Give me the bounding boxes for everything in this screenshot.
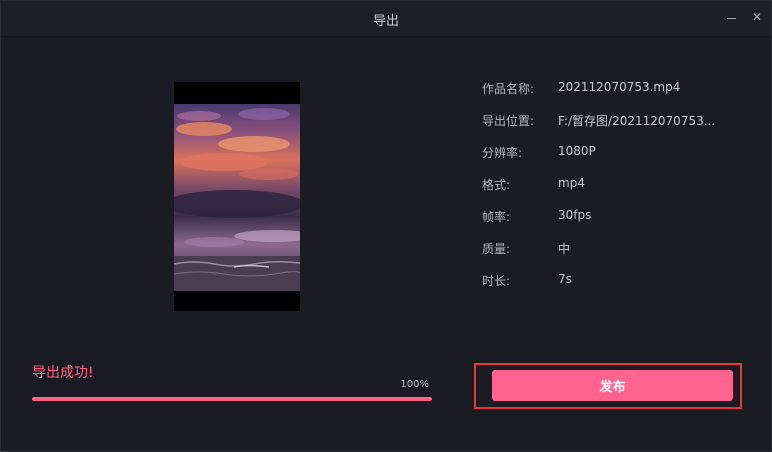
info-value: 30fps: [558, 208, 592, 222]
info-label: 分辨率:: [482, 146, 523, 160]
info-row-format: 格式: mp4: [482, 176, 742, 196]
progress-percent: 100%: [400, 379, 429, 390]
dialog-title: 导出: [372, 14, 399, 29]
info-value: 202112070753.mp4: [558, 80, 681, 94]
publish-button[interactable]: 发布: [492, 370, 733, 401]
minimize-icon[interactable]: [724, 10, 738, 24]
info-value: 7s: [558, 272, 572, 286]
close-icon[interactable]: ✕: [750, 10, 764, 24]
export-dialog: 导出 ✕ 作品名称: 202112070753.mp4 导出位置: F:/暂存图…: [0, 0, 772, 452]
info-label: 作品名称:: [482, 82, 535, 96]
info-label: 帧率:: [482, 210, 511, 224]
sunset-sky-image: [174, 104, 300, 291]
info-value: 中: [558, 242, 571, 256]
video-preview: [174, 82, 300, 311]
info-row-resolution: 分辨率: 1080P: [482, 144, 742, 164]
info-row-quality: 质量: 中: [482, 240, 742, 260]
info-row-framerate: 帧率: 30fps: [482, 208, 742, 228]
preview-thumbnail: [174, 104, 300, 291]
info-row-location: 导出位置: F:/暂存图/202112070753...: [482, 112, 742, 132]
info-value: 1080P: [558, 144, 596, 158]
info-value: F:/暂存图/202112070753...: [558, 114, 716, 128]
info-label: 质量:: [482, 242, 511, 256]
info-label: 导出位置:: [482, 114, 535, 128]
info-label: 时长:: [482, 274, 511, 288]
info-row-duration: 时长: 7s: [482, 272, 742, 292]
progress-fill: [32, 397, 432, 401]
info-row-name: 作品名称: 202112070753.mp4: [482, 80, 742, 100]
info-label: 格式:: [482, 178, 511, 192]
progress-bar: [32, 397, 432, 401]
export-success-message: 导出成功!: [32, 365, 94, 381]
info-value: mp4: [558, 176, 585, 190]
title-bar: 导出 ✕: [1, 1, 771, 37]
